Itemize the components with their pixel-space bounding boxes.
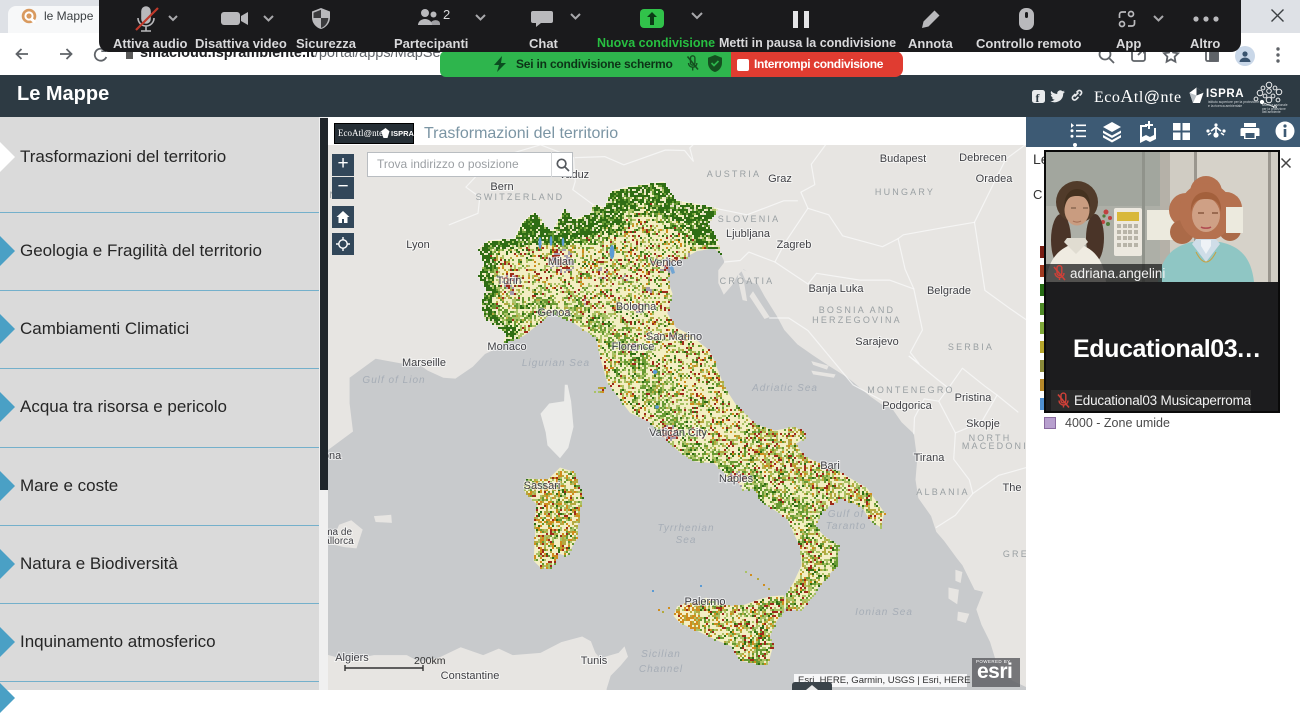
svg-text:Lyon: Lyon xyxy=(406,239,429,251)
svg-text:MONTENEGRO: MONTENEGRO xyxy=(867,385,955,395)
svg-text:The: The xyxy=(1003,482,1022,494)
svg-text:San Marino: San Marino xyxy=(646,331,702,343)
svg-text:Algiers: Algiers xyxy=(335,652,369,664)
svg-text:SERBIA: SERBIA xyxy=(948,342,994,352)
svg-text:Milan: Milan xyxy=(548,256,574,268)
svg-text:2: 2 xyxy=(443,8,450,22)
svg-text:Oradea: Oradea xyxy=(976,173,1014,185)
svg-text:Gulf of: Gulf of xyxy=(828,509,865,520)
svg-text:HERZEGOVINA: HERZEGOVINA xyxy=(812,315,902,325)
svg-text:Sicilian: Sicilian xyxy=(641,649,681,660)
svg-text:Skopje: Skopje xyxy=(966,418,1000,430)
svg-text:Gulf of Lion: Gulf of Lion xyxy=(362,375,425,386)
svg-text:Bari: Bari xyxy=(820,460,840,472)
svg-text:BOSNIA AND: BOSNIA AND xyxy=(819,305,896,315)
svg-text:Debrecen: Debrecen xyxy=(959,152,1007,164)
svg-text:Channel: Channel xyxy=(639,664,683,675)
svg-text:Vatican City: Vatican City xyxy=(649,427,707,439)
svg-text:allorca: allorca xyxy=(328,536,354,547)
svg-text:Ljubljana: Ljubljana xyxy=(726,228,771,240)
svg-text:adriana.angelini: adriana.angelini xyxy=(1070,266,1165,281)
svg-text:Monaco: Monaco xyxy=(487,341,526,353)
svg-text:CROATIA: CROATIA xyxy=(720,276,775,286)
svg-text:Tirana: Tirana xyxy=(914,452,946,464)
svg-text:Ionian Sea: Ionian Sea xyxy=(855,607,913,618)
svg-text:GREE: GREE xyxy=(1003,549,1026,559)
svg-text:Belgrade: Belgrade xyxy=(927,285,971,297)
svg-text:AUSTRIA: AUSTRIA xyxy=(707,169,761,179)
svg-text:Banja Luka: Banja Luka xyxy=(808,283,864,295)
svg-text:SWITZERLAND: SWITZERLAND xyxy=(476,192,565,202)
svg-text:MACEDONIA: MACEDONIA xyxy=(962,441,1026,451)
svg-text:Naples: Naples xyxy=(719,473,754,485)
svg-text:Sassari: Sassari xyxy=(524,480,561,492)
svg-text:Graz: Graz xyxy=(768,173,792,185)
svg-text:ona: ona xyxy=(328,450,342,462)
svg-text:Constantine: Constantine xyxy=(441,670,500,682)
svg-text:Tunis: Tunis xyxy=(581,655,608,667)
svg-text:Pristina: Pristina xyxy=(955,392,993,404)
svg-text:Taranto: Taranto xyxy=(826,521,867,532)
svg-text:Sarajevo: Sarajevo xyxy=(855,336,898,348)
svg-text:HUNGARY: HUNGARY xyxy=(875,187,935,197)
svg-text:ALBANIA: ALBANIA xyxy=(916,487,969,497)
svg-text:Tyrrhenian: Tyrrhenian xyxy=(657,523,714,534)
svg-text:Budapest: Budapest xyxy=(880,153,926,165)
svg-text:Podgorica: Podgorica xyxy=(882,400,932,412)
svg-text:Palermo: Palermo xyxy=(685,596,726,608)
svg-text:Ligurian Sea: Ligurian Sea xyxy=(522,358,590,369)
svg-text:Sea: Sea xyxy=(676,535,697,546)
svg-text:Adriatic Sea: Adriatic Sea xyxy=(751,383,818,394)
svg-text:Turin: Turin xyxy=(497,275,522,287)
svg-text:SLOVENIA: SLOVENIA xyxy=(718,214,781,224)
svg-text:Marseille: Marseille xyxy=(402,357,446,369)
svg-text:Bologna: Bologna xyxy=(616,301,657,313)
svg-text:Zagreb: Zagreb xyxy=(777,239,812,251)
svg-text:Venice: Venice xyxy=(649,257,682,269)
svg-text:Genoa: Genoa xyxy=(537,307,571,319)
